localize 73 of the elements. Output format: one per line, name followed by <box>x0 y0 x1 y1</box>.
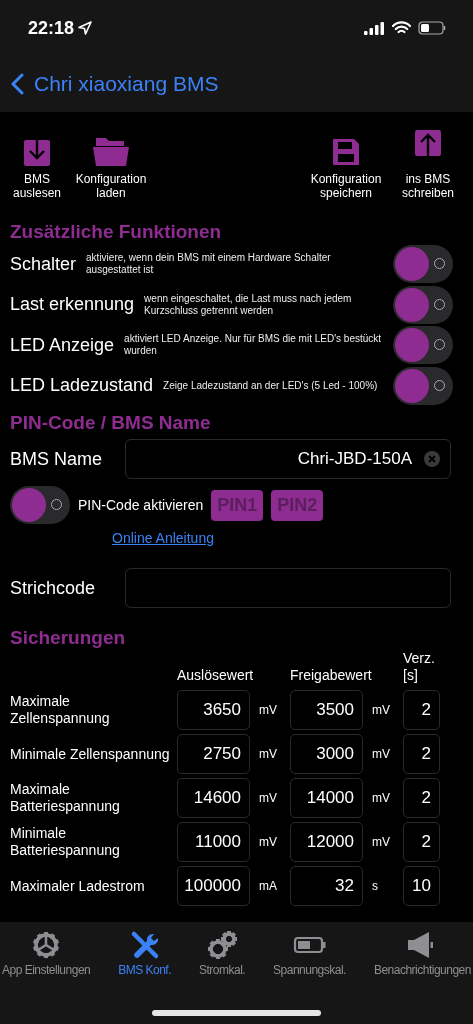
feature-label: LED Ladezustand <box>10 375 154 397</box>
help-link[interactable]: Online Anleitung <box>112 530 214 546</box>
wifi-icon <box>392 21 411 35</box>
toggle-switch[interactable] <box>393 285 453 324</box>
tab[interactable]: App Einstellungen <box>2 930 91 977</box>
feature-label: LED Anzeige <box>10 334 115 356</box>
section-title: Sicherungen <box>9 626 127 650</box>
value-field[interactable]: 14600 <box>177 778 250 818</box>
row-label: Minimale Zellenspannung <box>10 745 170 763</box>
toolbar-button[interactable]: Konfiguration laden <box>68 130 154 200</box>
tab[interactable]: Stromkal. <box>198 930 246 977</box>
value-field[interactable]: 2 <box>403 690 440 730</box>
toolbar-button[interactable]: BMS auslesen <box>6 130 68 200</box>
clock-time: 22:18 <box>28 17 75 39</box>
signal-icon <box>364 21 385 35</box>
section-title: Zusätzliche Funktionen <box>9 220 223 244</box>
value-field[interactable]: 100000 <box>177 866 250 906</box>
tab[interactable]: Spannungskal. <box>273 930 346 977</box>
unit-label: mV <box>258 703 278 717</box>
toggle-switch[interactable] <box>393 326 453 365</box>
section-title: PIN-Code / BMS Name <box>9 411 212 435</box>
toggle-switch[interactable] <box>393 245 453 284</box>
battery-icon <box>418 21 447 35</box>
value-field[interactable]: 2750 <box>177 734 250 774</box>
feature-hint: Zeige Ladezustand an der LED's (5 Led - 100%) <box>163 379 379 392</box>
toolbar-button[interactable]: ins BMS schreiben <box>389 130 467 200</box>
row-label: Maximale Zellenspannung <box>10 693 111 727</box>
unit-label: mA <box>258 879 278 893</box>
feature-label: Last erkennung <box>10 294 135 316</box>
unit-label: mV <box>258 791 278 805</box>
value-field[interactable]: 3500 <box>290 690 363 730</box>
unit-label: s <box>371 879 379 893</box>
value-field[interactable]: 10 <box>403 866 440 906</box>
unit-label: mV <box>371 791 391 805</box>
location-arrow-icon <box>78 21 93 35</box>
value-field[interactable]: 11000 <box>177 822 250 862</box>
field-label: Strichcode <box>10 577 97 599</box>
folder-icon <box>93 136 129 166</box>
value-field[interactable]: 12000 <box>290 822 363 862</box>
feature-hint: wenn eingeschaltet, die Last muss nach jedem Kurzschluss getrennt werden <box>144 292 353 317</box>
toggle-switch[interactable] <box>393 366 453 405</box>
feature-label: Schalter <box>10 253 77 275</box>
unit-label: mV <box>371 835 391 849</box>
unit-label: mV <box>371 703 391 717</box>
field-label: BMS Name <box>10 448 104 470</box>
barcode-field[interactable] <box>125 568 451 608</box>
feature-hint: aktiviere, wenn dein BMS mit einem Hardware Schalter ausgestattet ist <box>86 252 332 277</box>
pin-label: PIN-Code aktivieren <box>78 497 204 513</box>
tab[interactable]: Benachrichtigungen <box>373 930 471 977</box>
value-field[interactable]: 2 <box>403 822 440 862</box>
column-header: Verz. [s] <box>403 650 436 685</box>
name-field[interactable]: Chri-JBD-150A <box>125 439 451 479</box>
row-label: Maximale Batteriespannung <box>10 781 121 815</box>
value-field[interactable]: 2 <box>403 778 440 818</box>
value-field[interactable]: 14000 <box>290 778 363 818</box>
value-field[interactable]: 3000 <box>290 734 363 774</box>
value-field[interactable]: 2 <box>403 734 440 774</box>
back-chevron-icon[interactable] <box>10 73 24 95</box>
clear-icon[interactable] <box>424 451 440 467</box>
back-title[interactable]: Chri xiaoxiang BMS <box>34 72 219 96</box>
row-label: Minimale Batteriespannung <box>10 825 121 859</box>
value-field[interactable]: 3650 <box>177 690 250 730</box>
feature-hint: aktiviert LED Anzeige. Nur für BMS die mit LED's bestückt wurden <box>124 333 383 358</box>
tab[interactable]: BMS Konf. <box>118 930 172 977</box>
unit-label: mV <box>371 747 391 761</box>
toggle-switch[interactable] <box>10 486 70 524</box>
toolbar-button[interactable]: Konfiguration speichern <box>303 130 389 200</box>
unit-label: mV <box>258 835 278 849</box>
unit-label: mV <box>258 747 278 761</box>
row-label: Maximaler Ladestrom <box>10 877 146 895</box>
value-field[interactable]: 32 <box>290 866 363 906</box>
column-header: Freigabewert <box>290 667 373 685</box>
gears-icon <box>205 930 240 960</box>
